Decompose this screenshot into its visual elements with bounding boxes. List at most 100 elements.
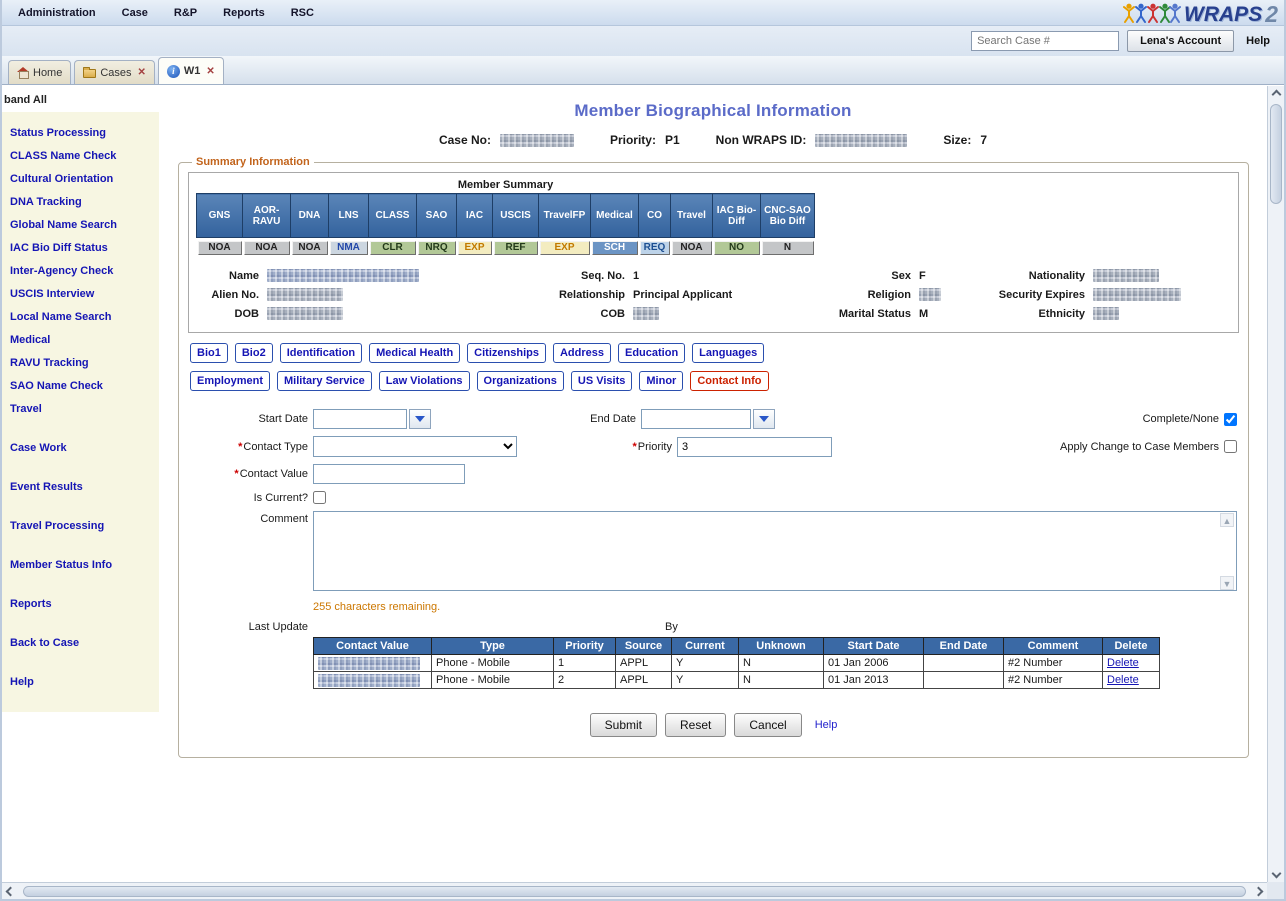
scroll-up-arrow[interactable] xyxy=(1268,86,1284,103)
sidebar-item-dna-tracking[interactable]: DNA Tracking xyxy=(2,191,159,214)
tab-w1[interactable]: i W1 ✕ xyxy=(158,57,224,84)
tab-cases[interactable]: Cases ✕ xyxy=(74,60,155,84)
tab-employment[interactable]: Employment xyxy=(190,371,270,391)
summary-col-header: AOR-RAVU xyxy=(243,194,291,238)
contact-value-redacted xyxy=(318,657,420,670)
tab-home-label: Home xyxy=(33,67,62,79)
close-icon[interactable]: ✕ xyxy=(138,67,146,78)
expand-all-link[interactable]: band All xyxy=(2,86,159,112)
cob-redacted xyxy=(633,307,659,320)
sidebar-item-class-name-check[interactable]: CLASS Name Check xyxy=(2,145,159,168)
table-row: Phone - Mobile 1 APPL Y N 01 Jan 2006 #2… xyxy=(314,655,1160,672)
tab-bio1[interactable]: Bio1 xyxy=(190,343,228,363)
status-badge: NO xyxy=(714,241,760,255)
end-date-calendar-button[interactable] xyxy=(753,409,775,429)
scroll-right-arrow[interactable] xyxy=(1250,883,1267,900)
sidebar-item-cultural-orientation[interactable]: Cultural Orientation xyxy=(2,168,159,191)
horizontal-scrollbar[interactable] xyxy=(2,882,1267,899)
vertical-scrollbar[interactable] xyxy=(1267,86,1284,882)
tab-address[interactable]: Address xyxy=(553,343,611,363)
security-expires-label: Security Expires xyxy=(973,289,1085,301)
priority-input[interactable] xyxy=(677,437,832,457)
sidebar-item-sao-name-check[interactable]: SAO Name Check xyxy=(2,375,159,398)
scroll-down-arrow[interactable] xyxy=(1268,865,1284,882)
sidebar-item-help[interactable]: Help xyxy=(2,671,159,694)
sidebar-item-uscis-interview[interactable]: USCIS Interview xyxy=(2,283,159,306)
calendar-dropdown-icon xyxy=(759,416,769,422)
sidebar-item-event-results[interactable]: Event Results xyxy=(2,476,159,499)
folder-icon xyxy=(83,69,96,78)
status-badge: EXP xyxy=(458,241,492,255)
close-icon[interactable]: ✕ xyxy=(206,66,214,77)
menu-rsc[interactable]: RSC xyxy=(291,7,314,19)
sidebar-item-travel-processing[interactable]: Travel Processing xyxy=(2,515,159,538)
col-unknown: Unknown xyxy=(739,638,824,655)
tab-law-violations[interactable]: Law Violations xyxy=(379,371,470,391)
menu-reports[interactable]: Reports xyxy=(223,7,265,19)
sidebar-item-case-work[interactable]: Case Work xyxy=(2,437,159,460)
priority-label: Priority: xyxy=(610,133,656,147)
menu-rp[interactable]: R&P xyxy=(174,7,197,19)
complete-none-checkbox[interactable] xyxy=(1224,413,1237,426)
sidebar-item-travel[interactable]: Travel xyxy=(2,398,159,421)
reset-button[interactable]: Reset xyxy=(665,713,726,737)
tab-education[interactable]: Education xyxy=(618,343,685,363)
tab-home[interactable]: Home xyxy=(8,60,71,84)
ethnicity-label: Ethnicity xyxy=(973,308,1085,320)
cell-start-date: 01 Jan 2013 xyxy=(824,672,924,689)
scroll-down-icon[interactable]: ▼ xyxy=(1220,576,1234,590)
tab-citizenships[interactable]: Citizenships xyxy=(467,343,546,363)
sidebar-item-member-status-info[interactable]: Member Status Info xyxy=(2,554,159,577)
submit-button[interactable]: Submit xyxy=(590,713,657,737)
tab-military-service[interactable]: Military Service xyxy=(277,371,372,391)
contact-type-select[interactable] xyxy=(313,436,517,457)
vertical-scroll-thumb[interactable] xyxy=(1270,104,1282,204)
sidebar-item-global-name-search[interactable]: Global Name Search xyxy=(2,214,159,237)
sidebar-item-local-name-search[interactable]: Local Name Search xyxy=(2,306,159,329)
sidebar-item-reports[interactable]: Reports xyxy=(2,593,159,616)
sidebar-item-back-to-case[interactable]: Back to Case xyxy=(2,632,159,655)
is-current-checkbox[interactable] xyxy=(313,491,326,504)
sidebar-item-ravu-tracking[interactable]: RAVU Tracking xyxy=(2,352,159,375)
logo-number: 2 xyxy=(1265,3,1278,25)
sidebar-item-iac-bio-diff-status[interactable]: IAC Bio Diff Status xyxy=(2,237,159,260)
menu-administration[interactable]: Administration xyxy=(18,7,96,19)
tab-us-visits[interactable]: US Visits xyxy=(571,371,633,391)
scroll-up-icon[interactable]: ▲ xyxy=(1220,513,1234,527)
seq-no-label: Seq. No. xyxy=(447,270,625,282)
start-date-input[interactable] xyxy=(313,409,407,429)
sidebar-item-status-processing[interactable]: Status Processing xyxy=(2,122,159,145)
apply-change-checkbox[interactable] xyxy=(1224,440,1237,453)
alien-no-label: Alien No. xyxy=(195,289,259,301)
summary-col-header: TravelFP xyxy=(539,194,591,238)
horizontal-scroll-thumb[interactable] xyxy=(23,886,1246,897)
tab-medical-health[interactable]: Medical Health xyxy=(369,343,460,363)
tab-bio2[interactable]: Bio2 xyxy=(235,343,273,363)
tab-minor[interactable]: Minor xyxy=(639,371,683,391)
delete-link[interactable]: Delete xyxy=(1107,657,1139,669)
alien-no-redacted xyxy=(267,288,343,301)
tab-organizations[interactable]: Organizations xyxy=(477,371,564,391)
cancel-button[interactable]: Cancel xyxy=(734,713,801,737)
tab-contact-info[interactable]: Contact Info xyxy=(690,371,768,391)
account-button[interactable]: Lena's Account xyxy=(1127,30,1234,52)
scroll-left-arrow[interactable] xyxy=(2,883,19,900)
sidebar-item-inter-agency-check[interactable]: Inter-Agency Check xyxy=(2,260,159,283)
contact-value-input[interactable] xyxy=(313,464,465,484)
help-link[interactable]: Help xyxy=(815,719,838,731)
search-case-input[interactable] xyxy=(971,31,1119,51)
end-date-input[interactable] xyxy=(641,409,751,429)
sidebar-item-medical[interactable]: Medical xyxy=(2,329,159,352)
nationality-redacted xyxy=(1093,269,1159,282)
seq-no-value: 1 xyxy=(633,270,791,282)
status-badge: NRQ xyxy=(418,241,456,255)
comment-textarea[interactable] xyxy=(313,511,1237,591)
tab-languages[interactable]: Languages xyxy=(692,343,764,363)
menu-case[interactable]: Case xyxy=(122,7,148,19)
status-badge: NMA xyxy=(330,241,368,255)
chars-remaining-text: 255 characters remaining. xyxy=(313,601,1239,613)
tab-identification[interactable]: Identification xyxy=(280,343,362,363)
start-date-calendar-button[interactable] xyxy=(409,409,431,429)
help-menu[interactable]: Help xyxy=(1246,35,1270,47)
delete-link[interactable]: Delete xyxy=(1107,674,1139,686)
